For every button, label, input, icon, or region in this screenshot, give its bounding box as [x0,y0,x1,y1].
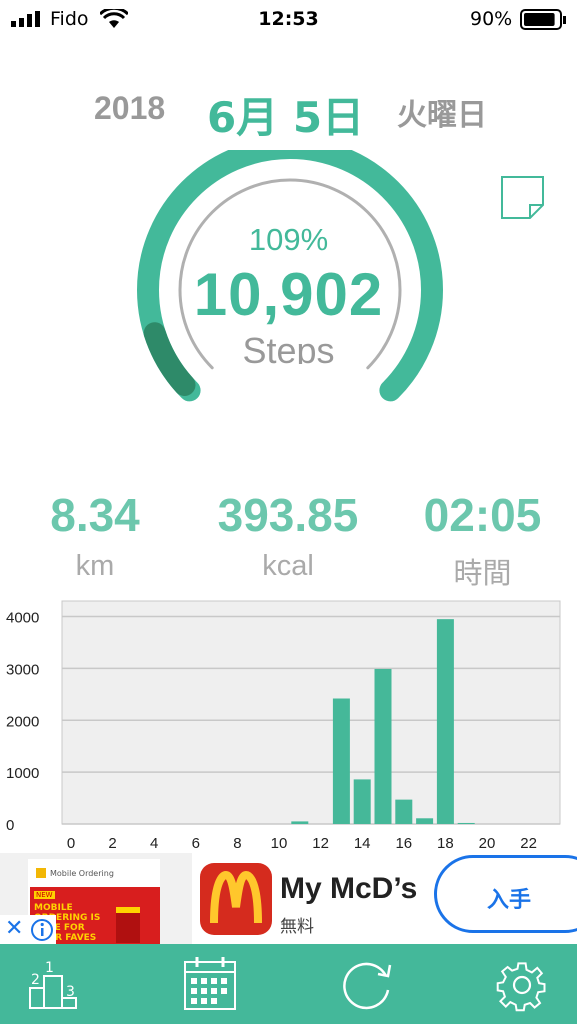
chart-xtick-label: 8 [233,835,241,852]
chart-bar [395,799,413,824]
calendar-icon[interactable] [183,956,237,1012]
ad-get-label: 入手 [487,888,532,913]
calories-unit: kcal [262,550,314,582]
chart-bar [374,668,392,824]
chart-plot-area [61,600,561,825]
status-bar: Fido 12:53 90% [0,0,577,40]
chart-xtick-label: 22 [520,835,537,852]
refresh-icon[interactable] [338,956,394,1012]
duration-value: 02:05 [423,489,542,541]
battery-icon [520,9,566,30]
distance-value: 8.34 [50,489,140,541]
ad-thumb-badge: NEW [34,891,55,899]
chart-bar [416,818,434,824]
chart-xtick-label: 0 [67,835,75,852]
tab-bar: 1 2 3 [0,944,577,1024]
date-year: 2018 [94,90,166,126]
date-month-day: 6月 5日 [207,93,365,142]
chart-ytick-label: 0 [6,817,14,834]
ad-get-button[interactable]: 入手 [434,855,577,933]
chart-xtick-label: 14 [354,835,371,852]
distance-unit: km [75,550,115,582]
mcdonalds-arches-icon [210,870,262,924]
steps-label: Steps [242,330,335,364]
ad-app-title: My McD’s [280,872,418,905]
chart-xtick-label: 2 [108,835,116,852]
chart-bar [436,619,454,824]
ad-thumb-header: Mobile Ordering [50,869,114,878]
ranking-icon[interactable]: 1 2 3 [28,958,80,1010]
ad-choices[interactable]: ✕ [0,915,56,945]
steps-count: 10,902 [193,261,384,328]
chart-bar [291,821,309,824]
chart-xtick-label: 10 [271,835,288,852]
chart-bar [353,779,371,824]
chart-xtick-label: 20 [479,835,496,852]
chart-xtick-label: 4 [150,835,158,852]
hourly-steps-chart: 0 1000 2000 3000 4000 0 2 4 6 8 10 12 14 16 18 20 22 [6,600,561,852]
chart-xtick-label: 16 [395,835,412,852]
svg-text:1: 1 [45,960,54,976]
close-icon[interactable]: ✕ [5,916,23,941]
svg-text:2: 2 [31,972,40,988]
chart-xtick-label: 18 [437,835,454,852]
ad-app-price: 無料 [280,917,314,937]
goal-percent: 109% [248,222,329,257]
gear-icon[interactable] [495,958,549,1012]
app-logo [200,863,272,935]
ad-thumb-logo [36,868,46,878]
chart-bar [457,822,475,824]
chart-ytick-label: 1000 [6,765,39,782]
battery-percent: 90% [470,8,513,30]
chart-ytick-label: 2000 [6,713,39,730]
note-icon[interactable] [500,175,546,221]
calories-value: 393.85 [217,489,359,541]
chart-bar [332,698,350,824]
chart-xtick-label: 12 [312,835,329,852]
date-weekday: 火曜日 [397,98,487,133]
duration-unit: 時間 [453,558,512,590]
chart-ytick-label: 4000 [6,610,39,627]
info-icon[interactable] [30,918,54,942]
fries-icon [116,907,140,943]
chart-xtick-label: 6 [192,835,200,852]
chart-ytick-label: 3000 [6,661,39,678]
